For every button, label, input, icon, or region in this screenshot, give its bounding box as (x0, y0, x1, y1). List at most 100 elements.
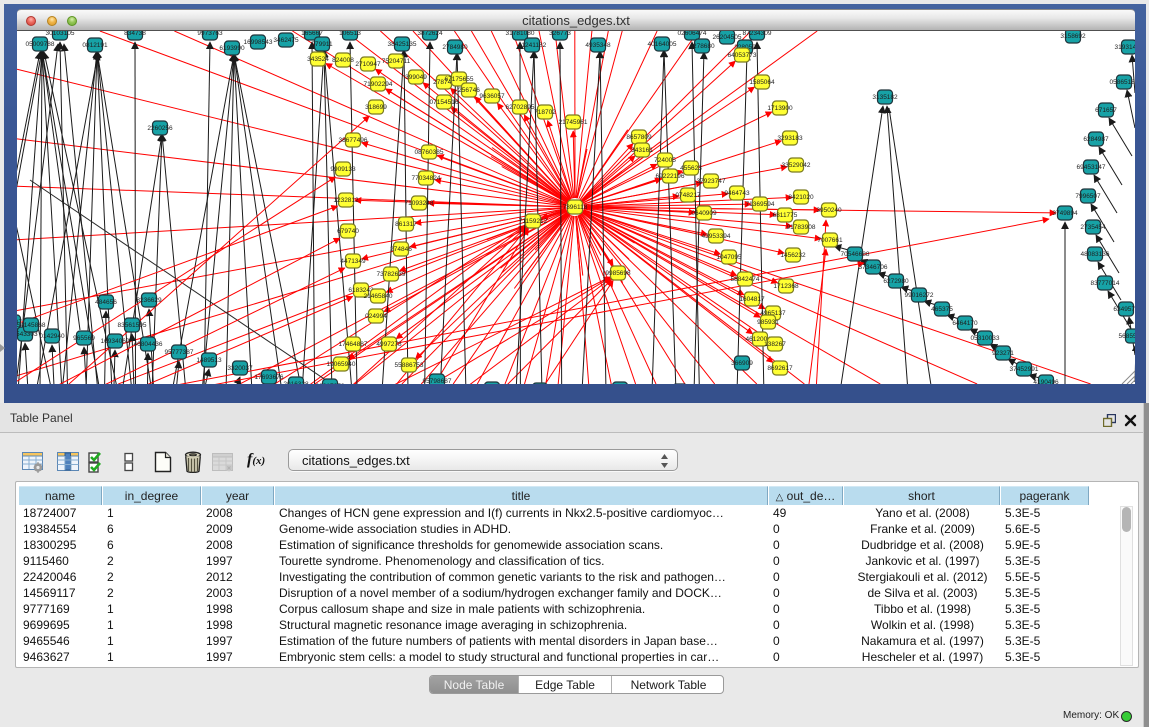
svg-text:138267: 138267 (764, 341, 786, 348)
svg-text:274846: 274846 (390, 246, 412, 253)
svg-text:9909133: 9909133 (330, 166, 356, 173)
svg-text:1047095: 1047095 (716, 254, 742, 261)
svg-text:05009788: 05009788 (26, 41, 55, 48)
svg-text:1585064: 1585064 (749, 79, 775, 86)
svg-text:99016272: 99016272 (905, 292, 934, 299)
svg-text:718702: 718702 (534, 109, 556, 116)
svg-text:05865185: 05865185 (1110, 79, 1135, 86)
svg-text:326773: 326773 (549, 31, 571, 37)
svg-text:40164005: 40164005 (648, 41, 677, 48)
svg-text:9985698: 9985698 (605, 270, 631, 277)
svg-text:861317: 861317 (395, 221, 417, 228)
svg-text:343161: 343161 (631, 147, 653, 154)
svg-text:3872624: 3872624 (417, 31, 443, 37)
svg-text:1489513: 1489513 (196, 357, 222, 364)
svg-text:02606474: 02606474 (678, 31, 707, 37)
svg-text:3749894: 3749894 (1052, 210, 1078, 217)
svg-text:3320037: 3320037 (227, 365, 253, 372)
svg-text:0812191: 0812191 (82, 42, 108, 49)
svg-text:56855744: 56855744 (1119, 333, 1135, 340)
svg-text:724005: 724005 (654, 157, 676, 164)
svg-text:9464743: 9464743 (724, 190, 750, 197)
svg-text:6284987: 6284987 (1083, 136, 1109, 143)
svg-text:965569: 965569 (73, 335, 95, 342)
svg-text:3462475: 3462475 (273, 37, 299, 44)
svg-text:21745961: 21745961 (559, 119, 588, 126)
svg-text:37923747: 37923747 (697, 178, 726, 185)
svg-text:079911: 079911 (311, 41, 333, 48)
svg-text:17693676: 17693676 (255, 374, 284, 381)
svg-text:31931491: 31931491 (1115, 44, 1135, 51)
svg-text:95777387: 95777387 (165, 349, 194, 356)
svg-text:1712368: 1712368 (773, 283, 799, 290)
svg-text:3135182: 3135182 (872, 94, 898, 101)
svg-text:31781080: 31781080 (506, 31, 535, 37)
svg-text:834738: 834738 (124, 31, 146, 37)
svg-text:21465840: 21465840 (364, 293, 393, 300)
svg-text:4935348: 4935348 (585, 42, 611, 49)
svg-text:484656: 484656 (95, 299, 117, 306)
svg-text:30103105: 30103105 (46, 31, 75, 37)
svg-text:0640909: 0640909 (691, 210, 717, 217)
svg-text:165667: 165667 (301, 31, 323, 37)
svg-text:41241182: 41241182 (518, 42, 547, 49)
svg-text:05310033: 05310033 (971, 335, 1000, 342)
svg-text:4997278: 4997278 (376, 341, 402, 348)
svg-text:37346706: 37346706 (859, 264, 888, 271)
svg-text:26204505: 26204505 (713, 34, 742, 41)
svg-text:3950240: 3950240 (816, 207, 842, 214)
svg-text:2260256: 2260256 (147, 125, 173, 132)
svg-text:43953394: 43953394 (702, 233, 731, 240)
svg-text:3158692: 3158692 (1060, 33, 1086, 40)
svg-text:256746: 256746 (458, 87, 480, 94)
svg-text:16934060: 16934060 (101, 338, 130, 345)
svg-text:71093248: 71093248 (405, 200, 434, 207)
svg-text:77034824: 77034824 (412, 175, 441, 182)
svg-text:455623: 455623 (680, 165, 702, 172)
svg-text:679740: 679740 (337, 228, 359, 235)
svg-text:6464170: 6464170 (952, 320, 978, 327)
svg-text:75204711: 75204711 (382, 58, 411, 65)
svg-text:671657: 671657 (1095, 107, 1117, 114)
svg-text:106513: 106513 (339, 31, 361, 37)
svg-text:8692617: 8692617 (767, 365, 793, 372)
svg-text:4278680: 4278680 (689, 43, 715, 50)
svg-text:69222196: 69222196 (656, 173, 685, 180)
svg-text:8657809: 8657809 (626, 134, 652, 141)
svg-text:70546688: 70546688 (841, 251, 870, 258)
svg-text:1713900: 1713900 (767, 105, 793, 112)
svg-text:7896118: 7896118 (563, 204, 588, 211)
svg-text:2735454: 2735454 (1080, 224, 1106, 231)
svg-text:8236629: 8236629 (136, 297, 162, 304)
svg-text:4190496: 4190496 (1033, 379, 1059, 384)
svg-text:91783908: 91783908 (787, 224, 816, 231)
svg-text:9636057: 9636057 (479, 93, 505, 100)
svg-text:1232812: 1232812 (333, 197, 359, 204)
svg-text:318699: 318699 (365, 104, 387, 111)
svg-text:37452991: 37452991 (1010, 366, 1039, 373)
svg-text:343524: 343524 (307, 56, 329, 63)
svg-text:3293183: 3293183 (777, 135, 803, 142)
svg-text:399049: 399049 (405, 74, 427, 81)
svg-text:6272980: 6272980 (883, 278, 909, 285)
svg-text:0142940: 0142940 (39, 333, 65, 340)
svg-text:55886753: 55886753 (395, 362, 424, 369)
svg-text:46804436: 46804436 (134, 341, 163, 348)
svg-text:71369594: 71369594 (746, 201, 775, 208)
svg-text:824008: 824008 (332, 57, 354, 64)
svg-text:87234309: 87234309 (743, 31, 772, 37)
svg-text:38677496: 38677496 (339, 137, 368, 144)
svg-text:366909: 366909 (731, 360, 753, 367)
svg-text:0748217: 0748217 (675, 192, 701, 199)
svg-text:16998543: 16998543 (244, 39, 273, 46)
svg-text:2784980: 2784980 (442, 44, 468, 51)
svg-text:54145868: 54145868 (17, 322, 46, 329)
svg-text:985931: 985931 (757, 319, 779, 326)
svg-text:07154516: 07154516 (430, 99, 459, 106)
svg-text:4471349: 4471349 (340, 258, 366, 265)
svg-text:6349578: 6349578 (1113, 306, 1135, 313)
svg-text:1604817: 1604817 (739, 296, 765, 303)
svg-text:465375: 465375 (931, 306, 953, 313)
svg-text:83777014: 83777014 (1091, 280, 1120, 287)
svg-text:2710947: 2710947 (355, 61, 381, 68)
